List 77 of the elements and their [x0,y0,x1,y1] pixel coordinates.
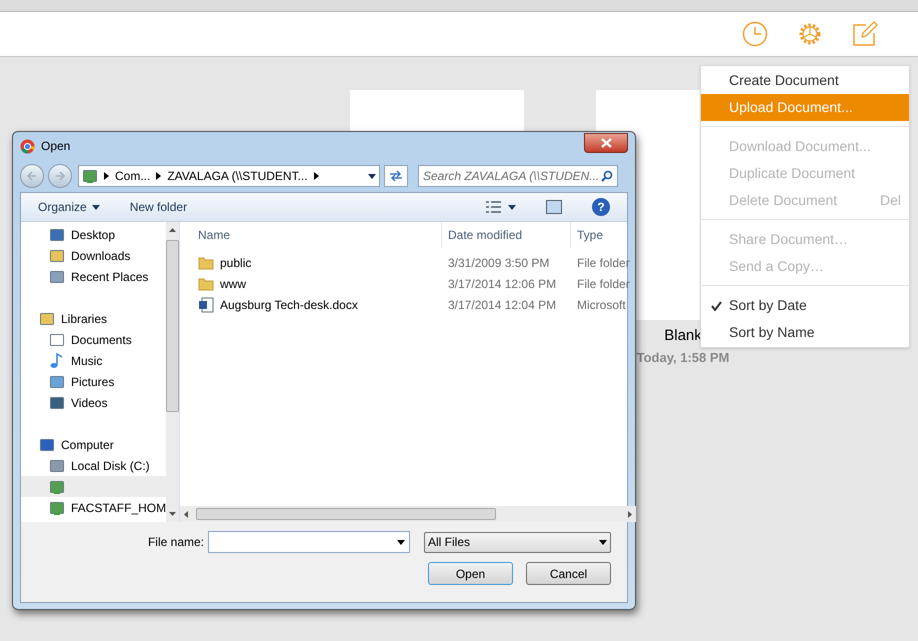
forward-arrow-icon [55,171,65,181]
vertical-scrollbar[interactable] [166,222,180,522]
column-header[interactable]: Name [180,222,442,248]
breadcrumb-item[interactable]: ZAVALAGA (\\STUDENT... [167,167,308,185]
cancel-button[interactable]: Cancel [526,562,611,585]
window-title: Open [41,138,70,155]
scroll-left-arrow-icon [184,510,188,518]
network-drive-icon [49,500,65,516]
navigation-item[interactable]: Recent Places [21,266,166,287]
breadcrumb-arrow-icon [104,172,109,180]
folder-icon [198,276,214,292]
file-date: 3/31/2009 3:50 PM [447,254,550,272]
navigation-item[interactable]: Music [21,350,166,371]
toolbar-button[interactable]: New folder [130,198,188,216]
scroll-up-arrow-icon [169,228,176,232]
navigation-item[interactable]: Downloads [21,245,166,266]
file-name-label: File name: [148,534,204,551]
close-button[interactable] [584,133,628,153]
address-bar[interactable]: Com... ZAVALAGA (\\STUDENT... [78,165,380,187]
preview-pane-icon[interactable] [546,200,562,214]
horizontal-scrollbar[interactable] [180,506,636,522]
folder-icon [49,248,65,264]
navigation-item[interactable]: Libraries [21,308,166,329]
dropdown-caret-icon [92,204,100,210]
column-header[interactable]: Date modified [442,222,571,248]
refresh-icon [389,170,403,182]
network-drive-icon [49,478,65,494]
file-name-field[interactable] [208,531,410,553]
navigation-item[interactable]: Desktop [21,224,166,245]
breadcrumb-arrow-icon [314,172,319,180]
menu-item[interactable]: Create Document [701,67,909,94]
file-date: 3/17/2014 12:04 PM [447,296,558,314]
menu-item[interactable]: Sort by Name [701,319,909,346]
document-title: Blank [664,326,702,346]
shortcut-label: Del [880,191,901,210]
scroll-right-arrow-icon [628,510,632,518]
dropdown-caret-icon [599,540,607,544]
file-name[interactable]: Augsburg Tech-desk.docx [220,296,358,314]
breadcrumb-item[interactable]: Com... [115,167,150,185]
navigation-item[interactable] [21,476,166,497]
close-icon [600,138,612,148]
breadcrumb-arrow-icon [156,172,162,180]
open-button[interactable]: Open [428,562,513,585]
navigation-item[interactable]: Local Disk (C:) [21,455,166,476]
column-header[interactable]: Type [571,222,636,248]
back-button[interactable] [20,164,44,188]
browser-logo-icon [20,138,35,154]
back-arrow-icon [27,171,37,181]
navigation-item[interactable]: FACSTAFF_HOM [21,497,166,518]
compose-icon[interactable] [852,21,878,47]
folder-icon [39,310,55,326]
network-drive-icon [82,168,98,184]
search-icon [601,170,613,182]
menu-item[interactable]: Sort by Date [701,292,909,319]
search-field[interactable]: Search ZAVALAGA (\\STUDEN... [418,165,618,187]
refresh-button[interactable] [384,165,408,187]
file-type: Microsoft [576,296,627,314]
toolbar-button[interactable]: Organize [38,198,100,216]
dropdown-caret-icon[interactable] [368,174,376,178]
view-options-icon[interactable] [486,201,516,213]
file-name[interactable]: www [220,274,246,292]
dropdown-caret-icon [397,540,405,544]
file-name[interactable]: public [220,254,252,272]
folder-icon [198,254,214,270]
navigation-item[interactable]: Videos [21,392,166,413]
file-type-dropdown[interactable]: All Files [424,532,611,552]
clock-icon[interactable] [742,21,768,47]
settings-icon[interactable] [797,21,823,47]
music-note-icon [49,352,65,368]
navigation-item[interactable]: Documents [21,329,166,350]
help-button[interactable]: ? [592,198,610,216]
navigation-item[interactable]: Computer [21,434,166,455]
scroll-down-arrow-icon [169,512,176,516]
forward-button[interactable] [48,164,72,188]
word-document-icon [198,296,214,312]
navigation-item[interactable]: Pictures [21,371,166,392]
file-date: 3/17/2014 12:06 PM [447,276,558,292]
